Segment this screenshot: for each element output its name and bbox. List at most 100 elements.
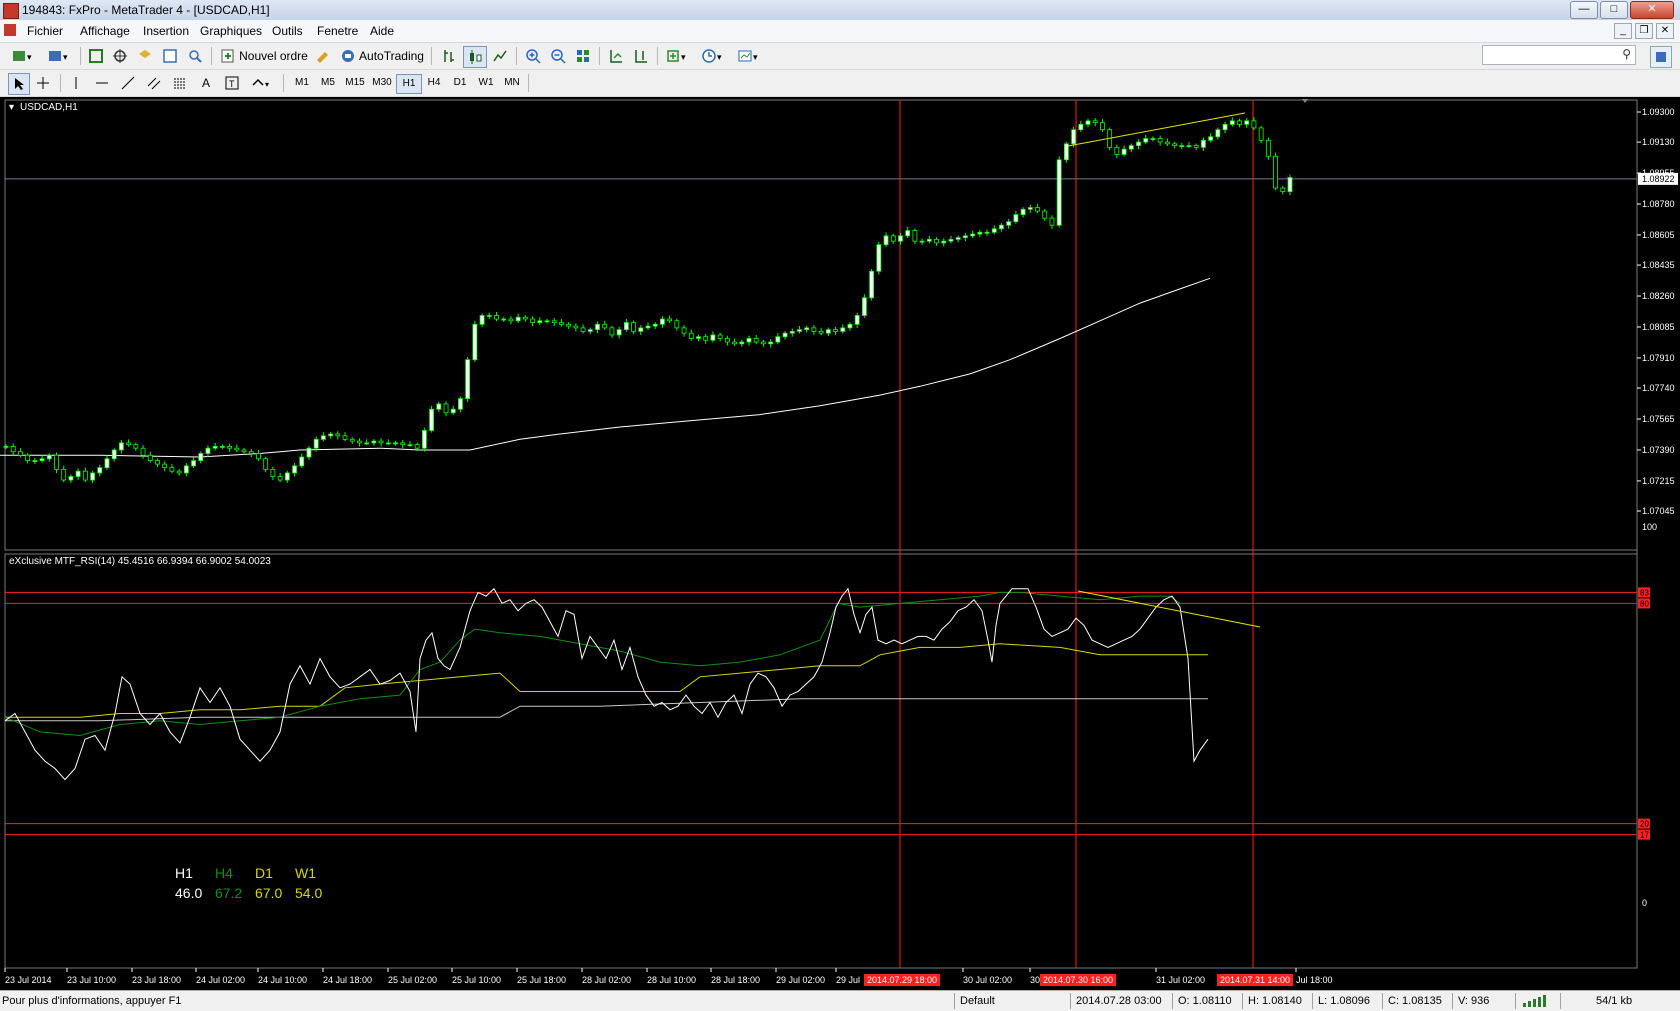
candle	[753, 334, 759, 345]
timeframe-h1[interactable]: H1	[396, 74, 422, 94]
zoom-out-icon[interactable]	[547, 46, 569, 66]
rsi-table-header-h1: H1	[175, 865, 193, 881]
cursor-icon[interactable]	[8, 73, 30, 95]
menu-fichier[interactable]: Fichier	[27, 24, 63, 38]
profiles-icon[interactable]: ▾	[44, 46, 74, 66]
mdi-restore-button[interactable]: ❐	[1635, 23, 1653, 39]
candle	[436, 401, 442, 413]
fibonacci-icon[interactable]	[170, 73, 190, 93]
menu-outils[interactable]: Outils	[272, 24, 303, 38]
search-icon[interactable]: ⚲	[1622, 47, 1631, 61]
market-watch-icon[interactable]	[86, 46, 106, 66]
zoom-in-icon[interactable]	[522, 46, 544, 66]
menu-insertion[interactable]: Insertion	[143, 24, 189, 38]
candle	[898, 233, 903, 245]
candle	[1035, 204, 1040, 214]
chart-window[interactable]: 1.093001.091301.089551.087801.086051.084…	[0, 97, 1680, 990]
vertical-line-icon[interactable]	[66, 73, 86, 93]
text-icon[interactable]: A	[196, 73, 216, 93]
candle	[724, 335, 730, 346]
metaeditor-icon[interactable]	[313, 46, 333, 66]
arrows-icon[interactable]: ▾	[248, 73, 276, 93]
templates-icon[interactable]: ▾	[733, 46, 765, 66]
candle	[385, 439, 391, 446]
menu-aide[interactable]: Aide	[370, 24, 394, 38]
menu-fenetre[interactable]: Fenetre	[317, 24, 358, 38]
candle	[1092, 118, 1098, 127]
new-chart-icon[interactable]: ▾	[8, 46, 38, 66]
auto-scroll-icon[interactable]	[605, 46, 627, 66]
timeframe-m30[interactable]: M30	[369, 74, 395, 92]
close-button[interactable]: ✕	[1630, 1, 1674, 19]
usdcad-chart[interactable]: 1.093001.091301.089551.087801.086051.084…	[0, 97, 1680, 990]
text-label-icon[interactable]: T	[222, 73, 242, 93]
indicators-icon[interactable]: ▾	[663, 46, 693, 66]
candlestick-chart-icon[interactable]	[463, 46, 487, 68]
candle	[544, 318, 550, 324]
candle	[61, 465, 67, 483]
equidistant-channel-icon[interactable]	[144, 73, 164, 93]
candle	[342, 432, 348, 442]
terminal-icon[interactable]	[160, 46, 180, 66]
candle	[147, 451, 153, 463]
mdi-close-button[interactable]: ✕	[1656, 23, 1674, 39]
candle	[299, 453, 305, 469]
candle	[883, 232, 889, 247]
window-title: 194843: FxPro - MetaTrader 4 - [USDCAD,H…	[22, 3, 270, 17]
strategy-tester-icon[interactable]	[185, 46, 205, 66]
standard-toolbar: ▾ ▾ Nouvel ordre AutoTrading ▾ ▾ ▾ ⚲	[0, 43, 1680, 70]
candle	[234, 444, 240, 453]
shift-marker-icon	[1302, 99, 1308, 103]
candle	[674, 318, 680, 331]
search-input[interactable]: ⚲	[1482, 45, 1636, 65]
timeframe-m5[interactable]: M5	[316, 74, 340, 92]
timeframe-d1[interactable]: D1	[448, 74, 472, 92]
tile-windows-icon[interactable]	[572, 46, 594, 66]
candle	[176, 469, 182, 476]
title-bar: 194843: FxPro - MetaTrader 4 - [USDCAD,H…	[0, 0, 1680, 21]
candle	[1078, 120, 1084, 132]
new-order-button[interactable]: Nouvel ordre	[218, 46, 310, 66]
candle	[104, 455, 110, 470]
autotrading-button[interactable]: AutoTrading	[337, 46, 427, 66]
timeframe-w1[interactable]: W1	[474, 74, 498, 92]
line-chart-icon[interactable]	[489, 46, 511, 66]
candle	[761, 339, 766, 347]
timeframe-m1[interactable]: M1	[290, 74, 314, 92]
rsi-h1-line	[4, 587, 1209, 781]
candle	[515, 313, 521, 323]
candle	[782, 331, 788, 340]
timeframe-m15[interactable]: M15	[342, 74, 368, 92]
candle	[840, 324, 846, 334]
chart-symbol-arrow: ▾	[9, 102, 14, 113]
horizontal-line-icon[interactable]	[92, 73, 112, 93]
candle	[1063, 141, 1069, 163]
candle	[97, 464, 103, 477]
community-icon[interactable]	[1650, 46, 1672, 68]
candle	[54, 452, 59, 473]
chart-window-icon[interactable]	[4, 24, 16, 36]
navigator-icon[interactable]	[135, 46, 155, 66]
candle	[602, 320, 608, 330]
candle	[292, 463, 297, 477]
data-window-icon[interactable]	[110, 46, 130, 66]
bar-chart-icon[interactable]	[438, 46, 460, 66]
candle	[587, 327, 593, 335]
periods-icon[interactable]: ▾	[698, 46, 728, 66]
time-tick-label: 25 Jul 10:00	[452, 975, 501, 985]
candle	[328, 431, 334, 439]
status-bar: Pour plus d'informations, appuyer F1 Def…	[0, 990, 1680, 1011]
menu-graphiques[interactable]: Graphiques	[200, 24, 262, 38]
menu-affichage[interactable]: Affichage	[80, 24, 130, 38]
chart-shift-icon[interactable]	[630, 46, 652, 66]
timeframe-h4[interactable]: H4	[422, 74, 446, 92]
status-traffic: 54/1 kb	[1596, 995, 1633, 1007]
status-profile[interactable]: Default	[960, 995, 995, 1007]
maximize-button[interactable]: □	[1600, 1, 1628, 19]
mdi-minimize-button[interactable]: _	[1614, 23, 1632, 39]
minimize-button[interactable]: —	[1570, 1, 1598, 19]
timeframe-mn[interactable]: MN	[500, 74, 524, 92]
crosshair-icon[interactable]	[33, 73, 53, 93]
trendline-icon[interactable]	[118, 73, 138, 93]
candle	[39, 455, 45, 463]
